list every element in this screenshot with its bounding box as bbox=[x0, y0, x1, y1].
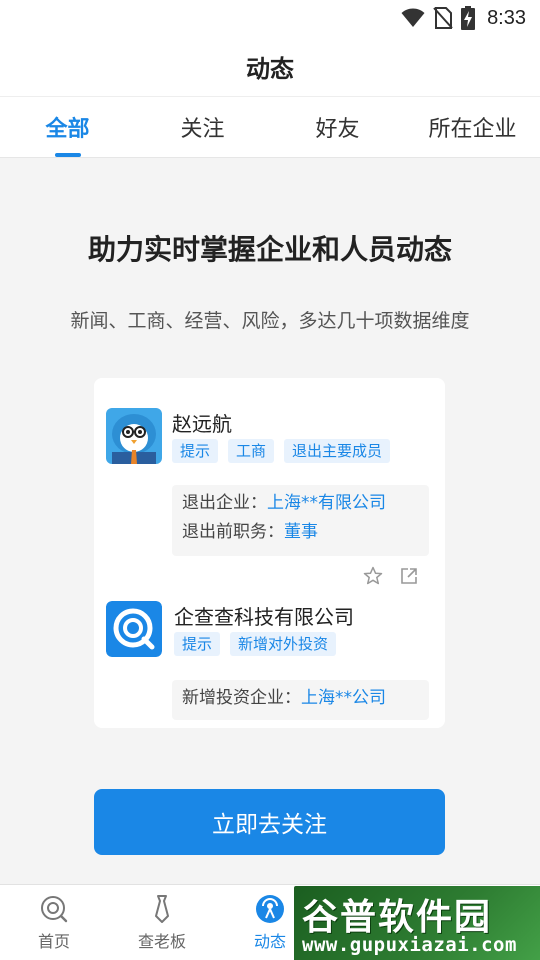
share-icon[interactable] bbox=[399, 566, 419, 586]
nav-boss[interactable]: 查老板 bbox=[108, 885, 216, 960]
tag: 工商 bbox=[228, 439, 275, 463]
promo-headline: 助力实时掌握企业和人员动态 bbox=[87, 233, 452, 266]
tag: 提示 bbox=[174, 632, 221, 656]
nav-label: 查老板 bbox=[137, 931, 186, 951]
page-title: 动态 bbox=[246, 54, 294, 83]
promo-subline: 新闻、工商、经营、风险，多达几十项数据维度 bbox=[70, 310, 470, 332]
sample-feed-card: 赵远航 提示 工商 退出主要成员 退出企业：上海**有限公司 退出前职务：董事 … bbox=[94, 378, 445, 728]
tab-bar: 全部 关注 好友 所在企业 bbox=[0, 96, 540, 158]
tab-friends[interactable]: 好友 bbox=[270, 97, 405, 157]
detail-line: 退出企业：上海**有限公司 bbox=[182, 493, 386, 513]
status-time: 8:33 bbox=[487, 6, 526, 29]
feed-person-name: 赵远航 bbox=[172, 412, 232, 436]
no-sim-icon bbox=[433, 7, 453, 29]
status-icons: 8:33 bbox=[401, 5, 526, 31]
watermark-url: www.gupuxiazai.com bbox=[302, 934, 517, 956]
wifi-icon bbox=[401, 8, 425, 27]
watermark-logo: 谷普软件园 www.gupuxiazai.com bbox=[294, 886, 540, 960]
person-cartoon-avatar bbox=[106, 408, 162, 464]
tab-all[interactable]: 全部 bbox=[0, 97, 135, 157]
nav-home[interactable]: 首页 bbox=[0, 885, 108, 960]
tag: 新增对外投资 bbox=[230, 632, 337, 656]
detail-line: 退出前职务：董事 bbox=[182, 522, 318, 542]
nav-label: 动态 bbox=[253, 931, 286, 951]
home-logo-icon bbox=[41, 895, 68, 922]
feed-detail-box: 新增投资企业：上海**公司 bbox=[172, 680, 429, 720]
title-bar: 动态 bbox=[0, 36, 540, 96]
follow-now-button[interactable]: 立即去关注 bbox=[94, 789, 445, 855]
star-icon[interactable] bbox=[363, 566, 383, 586]
tag: 退出主要成员 bbox=[284, 439, 391, 463]
feed-tags: 提示 工商 退出主要成员 bbox=[172, 439, 391, 463]
watermark-title: 谷普软件园 bbox=[302, 897, 493, 938]
tab-my-company[interactable]: 所在企业 bbox=[405, 97, 540, 157]
nav-label: 首页 bbox=[37, 931, 70, 951]
feed-actions bbox=[363, 566, 419, 586]
tie-icon bbox=[155, 894, 169, 923]
broadcast-icon bbox=[256, 894, 284, 923]
detail-line: 新增投资企业：上海**公司 bbox=[182, 688, 386, 708]
battery-charging-icon bbox=[461, 6, 476, 30]
feed-tags: 提示 新增对外投资 bbox=[174, 632, 337, 656]
tab-following[interactable]: 关注 bbox=[135, 97, 270, 157]
tag: 提示 bbox=[172, 439, 219, 463]
feed-company-name: 企查查科技有限公司 bbox=[174, 605, 354, 629]
feed-detail-box: 退出企业：上海**有限公司 退出前职务：董事 bbox=[172, 485, 429, 556]
status-bar: 8:33 bbox=[0, 0, 540, 36]
qcc-logo-icon bbox=[106, 601, 162, 657]
